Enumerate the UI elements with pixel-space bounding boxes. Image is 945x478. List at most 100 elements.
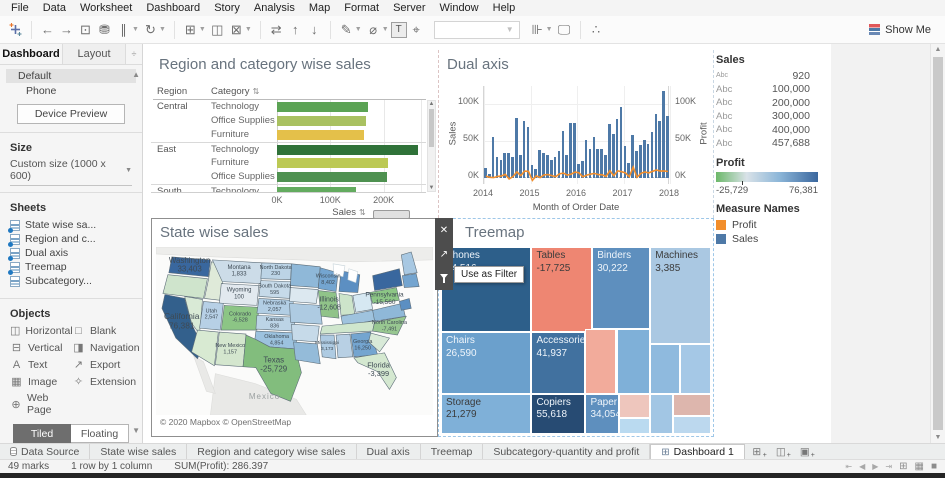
save-icon[interactable]: ⊡ [76,20,95,40]
tab-region-and-category-wise-sales[interactable]: Region and category wise sales [187,444,356,459]
object-webpage[interactable]: ⊕Web Page [10,392,72,416]
sales-legend-item[interactable]: Abc920 [716,69,828,83]
treemap-cell[interactable] [585,329,616,394]
new-data-source-icon[interactable]: ⛃ [95,20,114,40]
sheet-state-wise-sales[interactable]: State wise sales Washington33,403Montana… [151,218,438,437]
profit-line[interactable] [484,86,670,184]
treemap-cell[interactable] [680,344,711,394]
menu-map[interactable]: Map [302,2,337,14]
pause-updates-icon[interactable]: ∥ [114,20,133,40]
sales-legend-item[interactable]: Abc100,000 [716,83,828,97]
prev-sheet-icon[interactable]: ◀ [859,462,865,471]
state-new-england[interactable] [402,274,419,288]
sheet-item[interactable]: Subcategory... [0,274,142,288]
sales-bar[interactable] [277,130,364,140]
next-sheet-icon[interactable]: ▶ [872,462,878,471]
sheet-item[interactable]: State wise sa... [0,218,142,232]
show-mark-labels-dropdown-icon[interactable]: ▼ [546,26,553,33]
sales-legend-item[interactable]: Abc400,000 [716,123,828,137]
treemap-cell[interactable] [619,418,650,434]
text-label-icon[interactable]: T [391,22,407,38]
use-as-filter-icon[interactable] [437,271,451,285]
sales-legend-item[interactable]: Abc200,000 [716,96,828,110]
scrollbar-thumb[interactable] [429,109,434,147]
sales-bar[interactable] [277,102,368,112]
tiled-button[interactable]: Tiled [13,424,71,443]
show-mark-labels-icon[interactable]: ⊪ [528,20,547,40]
measure-legend-item[interactable]: Sales [716,232,828,246]
highlight-icon[interactable]: ✎ [337,20,356,40]
sidebar-scroll-up-icon[interactable]: ▲ [132,70,140,79]
state-arkansas[interactable] [292,324,320,342]
object-blank[interactable]: □Blank [72,324,142,337]
menu-worksheet[interactable]: Worksheet [73,2,139,14]
go-to-sheet-icon[interactable]: ↗ [437,247,451,261]
window-scrollbar-thumb[interactable] [933,57,943,430]
run-update-dropdown-icon[interactable]: ▼ [159,26,166,33]
highlight-dropdown-icon[interactable]: ▼ [355,26,362,33]
treemap-cell-machines[interactable]: Machines3,385 [650,247,711,344]
remove-zone-icon[interactable]: ✕ [437,223,451,237]
region-column-header[interactable]: Region [157,86,187,97]
zone-drag-handle[interactable] [373,210,410,219]
presentation-mode-icon[interactable]: 🖵 [555,20,574,40]
sales-bar[interactable] [277,172,387,182]
group-members-dropdown-icon[interactable]: ▼ [382,26,389,33]
swap-rows-columns-icon[interactable]: ⇄ [267,20,286,40]
sales-sort-icon[interactable]: ⇅ [359,208,366,217]
device-item-default[interactable]: Default [6,69,136,83]
window-scroll-up-icon[interactable]: ▲ [931,46,945,53]
duplicate-icon[interactable]: ◫ [208,20,227,40]
menu-server[interactable]: Server [386,2,432,14]
object-text[interactable]: AText [10,358,72,371]
object-navigation[interactable]: ◨Navigation [72,341,142,354]
last-sheet-icon[interactable]: ⇥ [885,462,892,471]
sort-descending-icon[interactable]: ↓ [305,20,324,40]
window-scrollbar[interactable]: ▲ ▼ [930,44,945,443]
sales-bar[interactable] [277,158,388,168]
dual-axis-plot[interactable] [483,86,669,184]
category-sort-icon[interactable]: ⇅ [253,87,260,96]
sheet-region-category-sales[interactable]: Region and category wise sales Region Ca… [151,50,438,218]
menu-analysis[interactable]: Analysis [247,2,302,14]
show-me-button[interactable]: Show Me [869,24,939,36]
tab-dashboard[interactable]: Dashboard [0,44,63,64]
object-export[interactable]: ↗Export [72,358,142,371]
fix-axes-icon[interactable]: ⌖ [407,20,426,40]
sheet-dual-axis[interactable]: Dual axis Sales Profit 100K100K50K50K0K0… [438,50,714,218]
treemap-cell-chairs[interactable]: Chairs26,590 [441,332,531,394]
device-preview-button[interactable]: Device Preview [17,104,125,124]
menu-format[interactable]: Format [337,2,386,14]
group-members-icon[interactable]: ⌀ [364,20,383,40]
sales-legend-item[interactable]: Abc457,688 [716,137,828,151]
object-vertical[interactable]: ⊟Vertical [10,341,72,354]
menu-file[interactable]: File [4,2,36,14]
menu-dashboard[interactable]: Dashboard [139,2,207,14]
treemap-cell-accessories[interactable]: Accessories41,937 [531,332,585,394]
tab-state-wise-sales[interactable]: State wise sales [90,444,187,459]
treemap-cell[interactable] [619,394,650,418]
sheet-item[interactable]: Dual axis [0,246,142,260]
new-dashboard-tab-icon[interactable]: ◫+ [769,444,793,459]
tabs-view-icon[interactable]: ■ [931,461,937,472]
treemap-cell-paper[interactable]: Paper34,054 [585,394,619,434]
fit-select[interactable]: ▼ [434,21,520,39]
share-icon[interactable]: ∴ [587,20,606,40]
sales-legend-item[interactable]: Abc300,000 [716,110,828,124]
size-select[interactable]: Custom size (1000 x 600) ▼ [10,158,132,186]
measure-legend-item[interactable]: Profit [716,218,828,232]
floating-button[interactable]: Floating [71,424,129,443]
treemap-cell[interactable] [673,416,711,434]
tab-dual-axis[interactable]: Dual axis [357,444,421,459]
profit-gradient[interactable] [716,172,818,182]
pane-options-icon[interactable]: ÷ [126,44,142,64]
menu-data[interactable]: Data [36,2,73,14]
object-image[interactable]: ▦Image [10,375,72,388]
clear-sheet-dropdown-icon[interactable]: ▼ [245,26,252,33]
menu-window[interactable]: Window [433,2,486,14]
sheet-sorter-view-icon[interactable]: ⊞ [899,461,907,472]
pause-updates-dropdown-icon[interactable]: ▼ [132,26,139,33]
filmstrip-view-icon[interactable]: ▦ [915,461,924,472]
new-worksheet-tab-icon[interactable]: ⊞+ [745,444,769,459]
menu-help[interactable]: Help [486,2,523,14]
